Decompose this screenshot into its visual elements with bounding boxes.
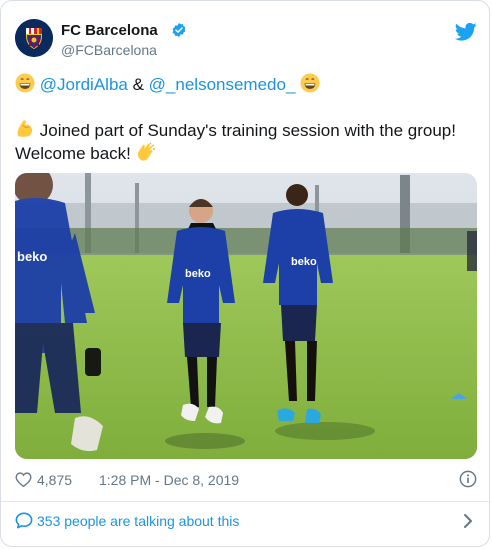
tweet-header: FC Barcelona @FCBarcelona: [15, 17, 477, 65]
chevron-right-icon[interactable]: [463, 513, 473, 529]
grinning-emoji-icon: [300, 73, 320, 99]
photo-shirt-text-middle: beko: [185, 268, 211, 280]
author-handle[interactable]: @FCBarcelona: [61, 42, 157, 58]
photo-shirt-text-right: beko: [291, 256, 317, 268]
info-icon[interactable]: [459, 470, 477, 488]
twitter-bird-icon[interactable]: [454, 22, 477, 42]
verified-badge-icon: [171, 22, 187, 38]
tweet-timestamp[interactable]: 1:28 PM - Dec 8, 2019: [99, 472, 239, 488]
tweet-text-line-2: Welcome back!: [15, 142, 156, 168]
photo-shirt-text-left: beko: [17, 249, 47, 264]
tweet-text-2: Welcome back!: [15, 144, 131, 163]
mention-jordi-alba[interactable]: @JordiAlba: [40, 75, 128, 94]
fcb-crest-icon[interactable]: [15, 19, 53, 57]
heart-icon[interactable]: [15, 472, 32, 488]
mention-separator: &: [127, 75, 149, 94]
mention-nelson-semedo[interactable]: @_nelsonsemedo_: [149, 75, 296, 94]
tweet-meta: 4,875 1:28 PM - Dec 8, 2019: [15, 470, 477, 490]
tweet-card: FC Barcelona @FCBarcelona @JordiAlba & @…: [0, 0, 491, 547]
divider: [1, 501, 491, 502]
grinning-emoji-icon: [15, 73, 35, 99]
conversation-link[interactable]: 353 people are talking about this: [15, 511, 477, 531]
clapping-hands-emoji-icon: [136, 142, 156, 168]
tweet-text-1: Joined part of Sunday's training session…: [39, 121, 456, 140]
conversation-count[interactable]: 353 people are talking about this: [37, 513, 239, 529]
tweet-photo[interactable]: beko beko beko: [15, 173, 477, 459]
author-name[interactable]: FC Barcelona: [61, 22, 158, 39]
like-count[interactable]: 4,875: [37, 472, 72, 488]
speech-bubble-icon: [15, 512, 33, 529]
tweet-mentions-line: @JordiAlba & @_nelsonsemedo_: [15, 73, 320, 99]
